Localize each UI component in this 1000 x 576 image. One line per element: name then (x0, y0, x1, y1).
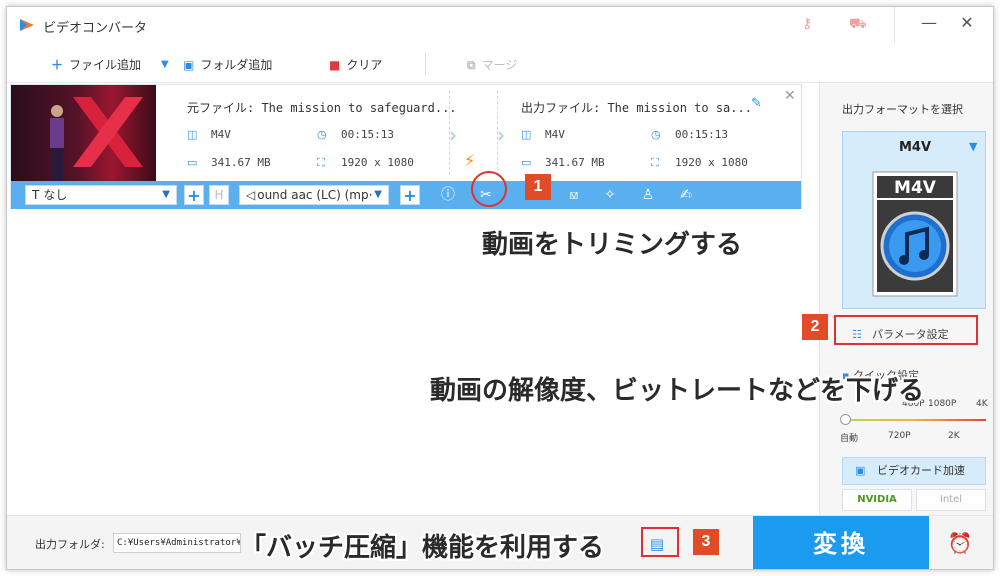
annotation-caption-3: 「バッチ圧縮」機能を利用する (240, 533, 605, 563)
edit-toolbar: T なし ▼ + H ◁ ound aac (LC) (mp· ▼ + ⓘ ✂ ⟏ … (11, 181, 801, 209)
annotation-caption-1: 動画をトリミングする (482, 230, 743, 260)
intel-toggle[interactable]: Intel (916, 489, 986, 511)
toolbar-divider (425, 53, 426, 75)
source-format: ◫ M4V (187, 128, 231, 141)
output-file-label: 出力ファイル: The mission to sa... (521, 101, 752, 115)
minimize-button[interactable]: — (919, 13, 939, 33)
clear-button[interactable]: ■ クリア (329, 55, 382, 75)
quality-slider-track[interactable] (842, 419, 986, 421)
add-subtitle-button[interactable]: + (184, 185, 204, 205)
clock-icon: ◷ (317, 128, 327, 141)
titlebar-divider (894, 7, 895, 43)
rename-pencil-icon[interactable]: ✎ (751, 96, 762, 111)
format-panel-title: 出力フォーマットを選択 (842, 103, 963, 116)
output-duration: ◷ 00:15:13 (651, 128, 728, 141)
source-resolution: ⛶ 1920 x 1080 (317, 156, 414, 169)
quality-slider-handle[interactable] (840, 414, 851, 425)
source-file-label: 元ファイル: The mission to safeguard... (187, 101, 457, 115)
folder-size-icon: ▭ (521, 156, 532, 169)
task-item: 元ファイル: The mission to safeguard... ◫ M4V … (10, 84, 802, 209)
window-title: ビデオコンバータ (43, 21, 148, 36)
add-folder-label: フォルダ追加 (200, 58, 273, 72)
chevron-down-icon: ▼ (162, 189, 170, 200)
annotation-badge-2: 2 (802, 314, 828, 340)
resolution-icon: ⛶ (317, 156, 325, 169)
m4v-format-icon: M4V (872, 171, 958, 297)
gpu-acceleration-button[interactable]: ▣ ビデオカード加速 (842, 457, 986, 485)
title-bar: ビデオコンバータ ⚷ ⛟ — ✕ (7, 7, 993, 43)
audio-track-select[interactable]: ◁ ound aac (LC) (mp· ▼ (239, 185, 389, 205)
subtitle-select[interactable]: T なし ▼ (25, 185, 177, 205)
merge-button[interactable]: ⧉ マージ (467, 55, 517, 75)
format-name: M4V (898, 140, 932, 155)
hardsub-button[interactable]: H (209, 185, 229, 205)
annotation-box-batch (641, 527, 679, 557)
output-size: ▭ 341.67 MB (521, 156, 605, 169)
edit-pen-icon[interactable]: ✍ (677, 186, 695, 204)
output-resolution: ⛶ 1920 x 1080 (651, 156, 748, 169)
app-logo-icon (20, 19, 34, 31)
key-icon[interactable]: ⚷ (802, 16, 812, 32)
lightning-icon: ⚡ (464, 151, 476, 170)
annotation-box-parameters (834, 315, 978, 345)
add-audio-button[interactable]: + (400, 185, 420, 205)
resolution-icon: ⛶ (651, 156, 659, 169)
source-size: ▭ 341.67 MB (187, 156, 271, 169)
info-icon[interactable]: ⓘ (439, 186, 457, 204)
output-folder-path[interactable]: C:¥Users¥Administrator¥Deskt (113, 533, 241, 553)
merge-icon: ⧉ (467, 58, 476, 72)
speaker-icon: ◁ (246, 188, 256, 202)
magic-wand-icon[interactable]: ✧ (601, 186, 619, 204)
format-panel: 出力フォーマットを選択 M4V ▼ M4V ☷ パラメータ設定 ▪ クイック設定 … (819, 83, 993, 515)
chevron-down-icon: ▼ (969, 140, 978, 153)
slider-label-2k: 2K (948, 431, 960, 441)
annotation-badge-1: 1 (525, 174, 551, 200)
video-thumbnail[interactable] (11, 85, 156, 181)
chevron-right-icon: › (497, 123, 505, 147)
annotation-badge-3: 3 (693, 529, 719, 555)
crop-icon[interactable]: ⟏ (565, 186, 583, 204)
annotation-caption-2: 動画の解像度、ビットレートなどを下げる (430, 376, 925, 406)
format-card[interactable]: M4V ▼ M4V (842, 131, 986, 309)
plus-icon: ＋ (51, 58, 64, 72)
trash-icon: ■ (329, 58, 341, 72)
add-folder-button[interactable]: ▣ フォルダ追加 (183, 55, 272, 75)
folder-size-icon: ▭ (187, 156, 198, 169)
cart-icon[interactable]: ⛟ (849, 16, 867, 34)
folder-icon: ▣ (183, 58, 195, 72)
chevron-right-icon: › (449, 123, 457, 147)
slider-label-auto: 自動 (840, 434, 859, 444)
file-icon: ◫ (521, 128, 532, 141)
alarm-clock-icon[interactable]: ⏰ (947, 530, 973, 556)
task-list-area: 元ファイル: The mission to safeguard... ◫ M4V … (7, 84, 815, 514)
chip-icon: ▣ (855, 464, 866, 477)
close-button[interactable]: ✕ (957, 13, 977, 33)
merge-label: マージ (481, 58, 518, 72)
toolbar: ＋ ファイル追加 ▼ ▣ フォルダ追加 ■ クリア ⧉ マージ (7, 43, 993, 83)
source-duration: ◷ 00:15:13 (317, 128, 394, 141)
add-file-dropdown-icon[interactable]: ▼ (161, 55, 169, 75)
watermark-stamp-icon[interactable]: ♙ (639, 186, 657, 204)
thumbnail-x-graphic (73, 97, 143, 167)
slider-label-4k: 4K (976, 399, 988, 409)
slider-label-720p: 720P (888, 431, 911, 441)
slider-label-1080p: 1080P (928, 399, 957, 409)
add-file-label: ファイル追加 (69, 58, 142, 72)
clear-label: クリア (346, 58, 383, 72)
output-folder-label: 出力フォルダ: (35, 538, 105, 551)
file-icon: ◫ (187, 128, 198, 141)
annotation-circle-trim (471, 171, 507, 207)
add-file-button[interactable]: ＋ ファイル追加 (51, 55, 141, 75)
text-icon: T (32, 188, 40, 202)
nvidia-toggle[interactable]: NVIDIA (842, 489, 912, 511)
output-format: ◫ M4V (521, 128, 565, 141)
remove-task-icon[interactable]: ✕ (784, 88, 796, 104)
thumbnail-speaker (50, 105, 64, 181)
clock-icon: ◷ (651, 128, 661, 141)
app-window: ビデオコンバータ ⚷ ⛟ — ✕ ＋ ファイル追加 ▼ ▣ フォルダ追加 ■ クリア … (6, 6, 994, 570)
chevron-down-icon: ▼ (374, 189, 382, 200)
convert-button[interactable]: 変換 (753, 516, 929, 569)
format-icon-text: M4V (894, 178, 937, 198)
